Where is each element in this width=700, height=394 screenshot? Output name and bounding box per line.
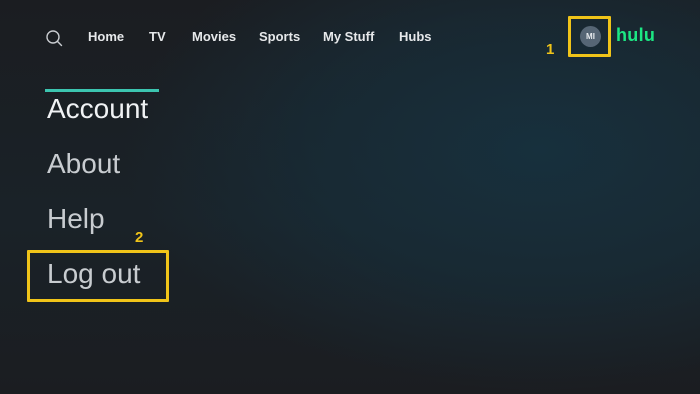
menu-item-help[interactable]: Help <box>47 203 105 235</box>
profile-button[interactable]: MI <box>568 16 611 57</box>
top-navigation: Home TV Movies Sports My Stuff Hubs 1 MI… <box>0 0 700 72</box>
search-icon[interactable] <box>45 29 63 47</box>
nav-item-my-stuff[interactable]: My Stuff <box>323 29 374 44</box>
callout-number-1: 1 <box>546 41 555 58</box>
menu-item-about[interactable]: About <box>47 148 120 180</box>
menu-item-log-out[interactable]: Log out <box>47 258 140 290</box>
nav-item-tv[interactable]: TV <box>149 29 166 44</box>
nav-item-home[interactable]: Home <box>88 29 124 44</box>
menu-item-account[interactable]: Account <box>47 93 148 125</box>
hulu-logo: hulu <box>616 25 656 45</box>
avatar: MI <box>580 26 601 47</box>
active-indicator <box>45 89 159 92</box>
callout-number-2: 2 <box>135 229 144 246</box>
nav-item-sports[interactable]: Sports <box>259 29 300 44</box>
nav-item-hubs[interactable]: Hubs <box>399 29 432 44</box>
nav-item-movies[interactable]: Movies <box>192 29 236 44</box>
